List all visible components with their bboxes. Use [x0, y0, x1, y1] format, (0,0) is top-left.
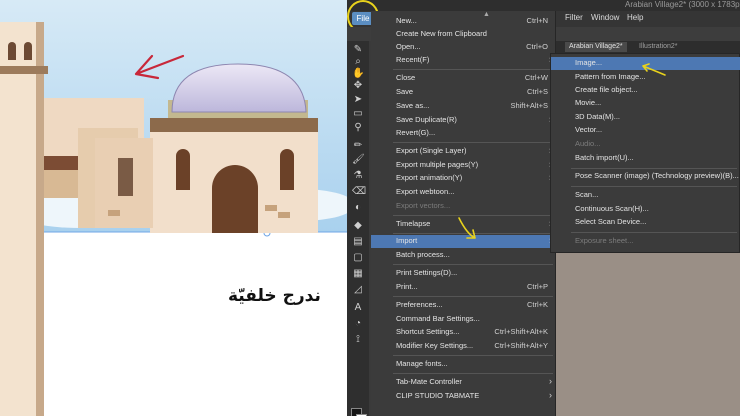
- app-screenshot: Arabian Village2* (3000 x 1783px 96dp Fi…: [347, 0, 740, 416]
- illustration-panel: ندرج خلفيّة: [0, 0, 347, 416]
- tower-ledge: [0, 66, 48, 74]
- caption-text: ندرج خلفيّة: [228, 286, 321, 306]
- yellow-arrow-image: [642, 63, 666, 76]
- tower-window: [8, 42, 16, 60]
- side-window: [118, 158, 133, 196]
- annotation-arrows: [458, 63, 666, 239]
- brick: [108, 210, 120, 216]
- brick: [278, 212, 290, 218]
- tower-window: [24, 42, 32, 60]
- window-arch: [176, 149, 190, 190]
- left-tower-shade: [36, 22, 44, 416]
- yellow-arrow-import: [458, 217, 476, 239]
- brick: [265, 205, 277, 211]
- window-arch: [280, 149, 294, 190]
- main-building-shade: [150, 118, 318, 132]
- door: [212, 165, 258, 233]
- village-illustration: [0, 0, 347, 416]
- left-tower: [0, 22, 40, 416]
